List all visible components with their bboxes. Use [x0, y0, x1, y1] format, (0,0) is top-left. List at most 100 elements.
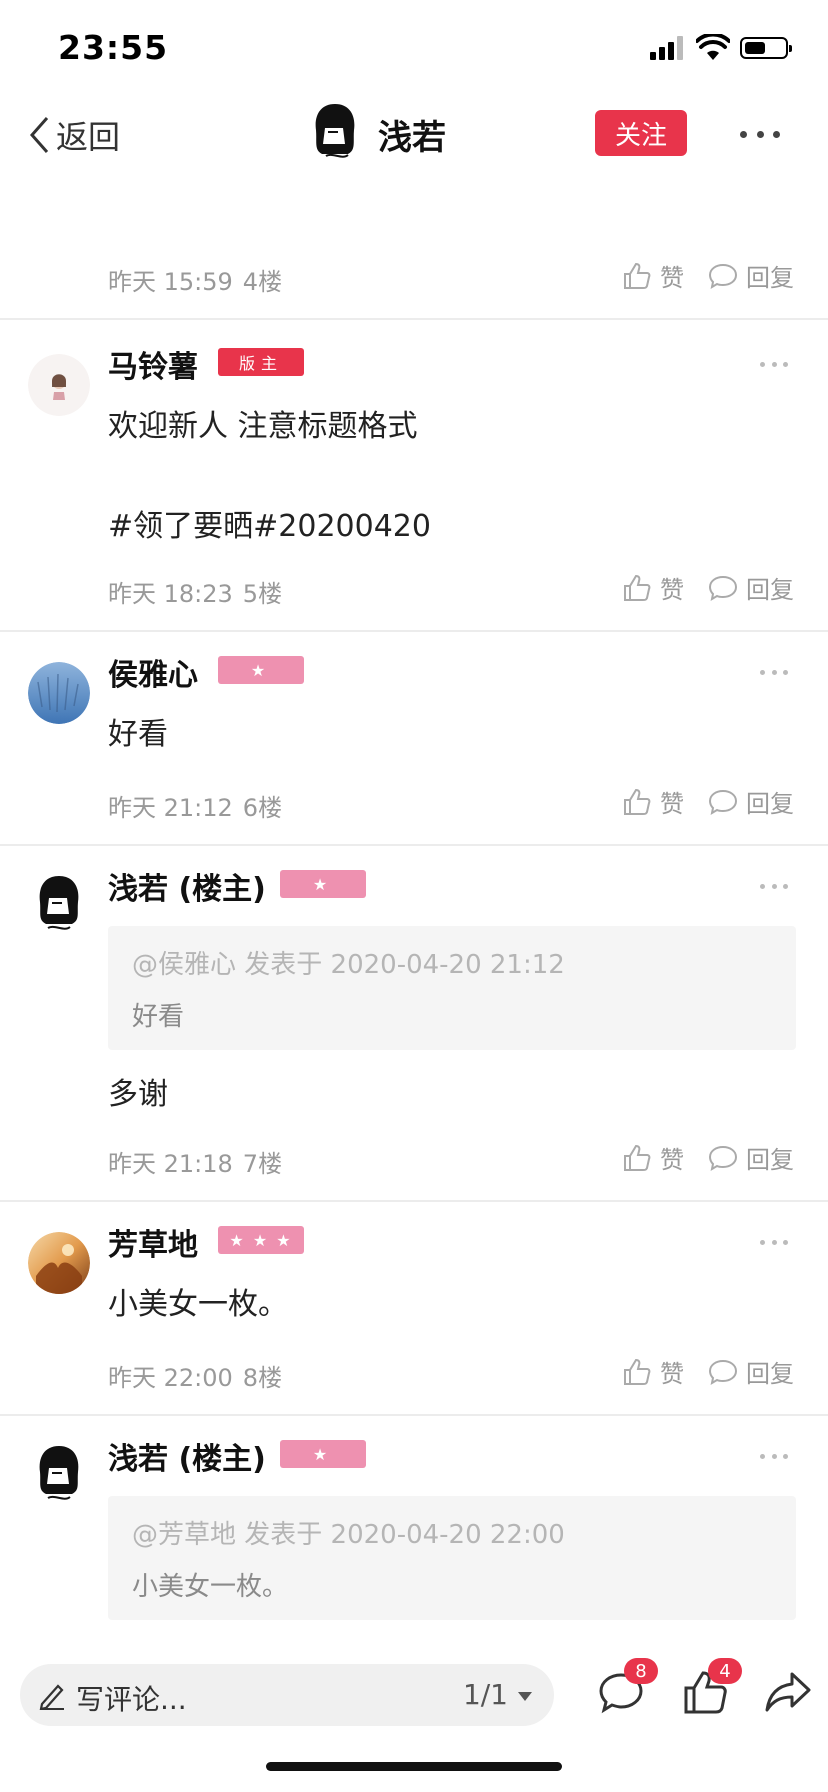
reply-button[interactable]: 回复 — [708, 1140, 794, 1175]
author-avatar[interactable] — [312, 102, 358, 162]
like-count-badge: 4 — [708, 1658, 742, 1684]
post-time: 昨天 22:00 — [108, 1364, 233, 1392]
more-icon[interactable] — [760, 1452, 788, 1460]
post-floor-5: 马铃薯 版主 欢迎新人 注意标题格式 #领了要晒#20200420 昨天 18:… — [0, 318, 828, 632]
status-time: 23:55 — [58, 28, 169, 67]
quoted-reply: @侯雅心 发表于 2020-04-20 21:12 好看 — [108, 926, 796, 1050]
page-title: 浅若 — [378, 118, 446, 158]
home-indicator — [266, 1762, 562, 1771]
page-indicator[interactable]: 1/1 — [463, 1678, 508, 1711]
pencil-icon — [39, 1684, 64, 1710]
like-button[interactable]: 赞 — [622, 1354, 684, 1389]
level-badge: ★ — [280, 1440, 366, 1468]
post-floor: 8楼 — [242, 1364, 283, 1392]
reply-label: 回复 — [746, 1360, 794, 1388]
like-label: 赞 — [660, 1360, 684, 1388]
more-icon[interactable] — [740, 128, 780, 140]
chevron-down-icon[interactable] — [518, 1692, 532, 1701]
thumb-up-icon — [624, 1144, 651, 1171]
battery-icon — [740, 37, 792, 59]
post-meta: 昨天 18:23 5楼 — [108, 574, 282, 609]
more-icon[interactable] — [760, 668, 788, 676]
wifi-icon — [696, 34, 730, 60]
like-label: 赞 — [660, 790, 684, 818]
like-label: 赞 — [660, 264, 684, 292]
like-button[interactable]: 赞 — [622, 570, 684, 605]
post-time: 昨天 18:23 — [108, 580, 233, 608]
back-label: 返回 — [56, 118, 121, 156]
post-meta: 昨天 21:18 7楼 — [108, 1144, 282, 1179]
username[interactable]: 浅若 (楼主) — [108, 864, 266, 908]
username[interactable]: 侯雅心 — [108, 650, 198, 694]
signal-icon — [650, 36, 686, 60]
like-button[interactable]: 赞 — [622, 1140, 684, 1175]
reply-bubble-icon — [708, 263, 738, 289]
username[interactable]: 浅若 (楼主) — [108, 1434, 266, 1478]
thumb-up-icon — [624, 1358, 651, 1385]
follow-button[interactable]: 关注 — [595, 110, 687, 156]
reply-bubble-icon — [708, 1145, 738, 1171]
post-content: 小美女一枚。 — [108, 1287, 288, 1322]
like-label: 赞 — [660, 1146, 684, 1174]
post-time: 昨天 21:12 — [108, 794, 233, 822]
share-button[interactable] — [764, 1670, 812, 1714]
thumb-up-icon — [624, 788, 651, 815]
reply-label: 回复 — [746, 790, 794, 818]
post-floor: 6楼 — [242, 794, 283, 822]
quote-header: @侯雅心 发表于 2020-04-20 21:12 — [132, 950, 565, 980]
back-button[interactable]: 返回 — [28, 110, 120, 160]
post-meta: 昨天 15:59 4楼 — [108, 262, 282, 297]
level-badge: ★ ★ ★ — [218, 1226, 304, 1254]
post-content: 多谢 — [108, 1077, 168, 1112]
more-icon[interactable] — [760, 1238, 788, 1246]
post-floor-6: 侯雅心 ★ 好看 昨天 21:12 6楼 赞 回复 — [0, 630, 828, 846]
more-icon[interactable] — [760, 882, 788, 890]
quote-header: @芳草地 发表于 2020-04-20 22:00 — [132, 1520, 565, 1550]
post-time: 昨天 15:59 — [108, 268, 233, 296]
post-floor: 5楼 — [242, 580, 283, 608]
like-button[interactable]: 赞 — [622, 784, 684, 819]
post-meta: 昨天 22:00 8楼 — [108, 1358, 282, 1393]
reply-button[interactable]: 回复 — [708, 784, 794, 819]
reply-bubble-icon — [708, 575, 738, 601]
reply-button[interactable]: 回复 — [708, 570, 794, 605]
reply-label: 回复 — [746, 1146, 794, 1174]
avatar[interactable] — [28, 662, 90, 724]
nav-bar: 返回 浅若 关注 — [0, 88, 828, 178]
avatar[interactable] — [28, 354, 90, 416]
comment-input[interactable]: 写评论... 1/1 — [20, 1664, 554, 1726]
avatar[interactable] — [28, 1442, 90, 1504]
more-icon[interactable] — [760, 360, 788, 368]
post-content: 欢迎新人 注意标题格式 #领了要晒#20200420 — [108, 409, 431, 544]
comment-count-badge: 8 — [624, 1658, 658, 1684]
post-floor-4: 昨天 15:59 4楼 赞 回复 — [0, 180, 828, 320]
level-badge: ★ — [218, 656, 304, 684]
reply-button[interactable]: 回复 — [708, 258, 794, 293]
quote-text: 小美女一枚。 — [132, 1572, 289, 1602]
post-floor: 7楼 — [242, 1150, 283, 1178]
avatar[interactable] — [28, 872, 90, 934]
post-content: 好看 — [108, 717, 168, 752]
like-label: 赞 — [660, 576, 684, 604]
post-floor: 4楼 — [242, 268, 283, 296]
back-chevron-icon — [29, 117, 49, 153]
username[interactable]: 芳草地 — [108, 1220, 198, 1264]
reply-bubble-icon — [708, 1359, 738, 1385]
reply-button[interactable]: 回复 — [708, 1354, 794, 1389]
reply-label: 回复 — [746, 264, 794, 292]
username[interactable]: 马铃薯 — [108, 342, 198, 386]
share-icon — [765, 1672, 811, 1712]
post-time: 昨天 21:18 — [108, 1150, 233, 1178]
reply-label: 回复 — [746, 576, 794, 604]
thumb-up-icon — [624, 262, 651, 289]
reply-bubble-icon — [708, 789, 738, 815]
level-badge: ★ — [280, 870, 366, 898]
moderator-badge: 版主 — [218, 348, 304, 376]
comment-placeholder: 写评论... — [76, 1683, 187, 1716]
like-button[interactable]: 赞 — [622, 258, 684, 293]
quoted-reply: @芳草地 发表于 2020-04-20 22:00 小美女一枚。 — [108, 1496, 796, 1620]
post-floor-7: 浅若 (楼主) ★ @侯雅心 发表于 2020-04-20 21:12 好看 多… — [0, 844, 828, 1202]
quote-text: 好看 — [132, 1002, 185, 1032]
status-bar: 23:55 — [0, 0, 828, 88]
avatar[interactable] — [28, 1232, 90, 1294]
